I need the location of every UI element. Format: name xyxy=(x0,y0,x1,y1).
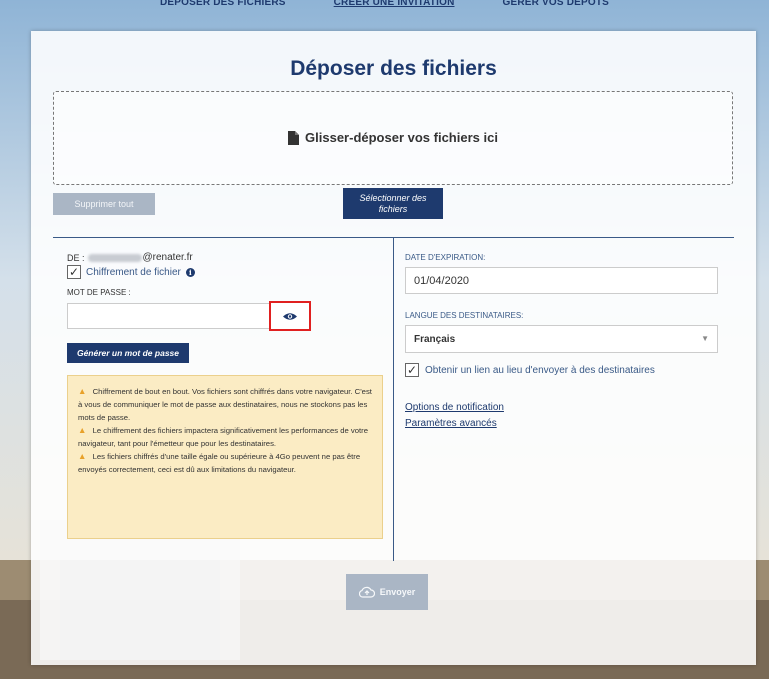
language-value: Français xyxy=(414,334,456,345)
sender-label: De : xyxy=(67,252,85,263)
notification-options-link[interactable]: Options de notification xyxy=(405,402,504,413)
chevron-down-icon: ▼ xyxy=(701,334,709,343)
language-select[interactable]: Français ▼ xyxy=(405,325,718,353)
encryption-warning-box: ▲ Chiffrement de bout en bout. Vos fichi… xyxy=(67,375,383,539)
encryption-option: ✓ Chiffrement de fichier i xyxy=(67,265,195,279)
get-link-checkbox[interactable]: ✓ xyxy=(405,363,419,377)
nav-manage-uploads[interactable]: GÉRER VOS DÉPÔTS xyxy=(503,0,610,8)
upload-panel: Déposer des fichiers Glisser-déposer vos… xyxy=(31,31,756,665)
password-label: Mot de passe : xyxy=(67,288,131,297)
warning-icon: ▲ xyxy=(78,425,87,435)
dropzone-text: Glisser-déposer vos fichiers ici xyxy=(305,130,498,145)
nav-upload-files[interactable]: DÉPOSER DES FICHIERS xyxy=(160,0,286,8)
eye-icon xyxy=(283,312,297,320)
warning-icon: ▲ xyxy=(78,386,87,396)
expiration-date-input[interactable]: 01/04/2020 xyxy=(405,267,718,294)
cloud-upload-icon xyxy=(358,586,375,598)
sender-email-domain: @renater.fr xyxy=(142,252,193,263)
warning-icon: ▲ xyxy=(78,451,87,461)
warning-item: ▲ Chiffrement de bout en bout. Vos fichi… xyxy=(78,386,372,422)
warning-item: ▲ Le chiffrement des fichiers impactera … xyxy=(78,425,369,448)
advanced-settings-link[interactable]: Paramètres avancés xyxy=(405,418,497,429)
encryption-checkbox[interactable]: ✓ xyxy=(67,265,81,279)
password-input[interactable] xyxy=(67,303,272,329)
show-password-button[interactable] xyxy=(269,301,311,331)
top-navigation: DÉPOSER DES FICHIERS CRÉER UNE INVITATIO… xyxy=(0,0,769,22)
clear-all-button[interactable]: Supprimer tout xyxy=(53,193,155,215)
expiration-label: Date d'expiration: xyxy=(405,253,486,262)
redacted-email xyxy=(87,253,142,262)
column-divider xyxy=(393,237,394,561)
warning-item: ▲ Les fichiers chiffrés d'une taille éga… xyxy=(78,451,361,474)
send-button[interactable]: Envoyer xyxy=(346,574,428,610)
page-title: Déposer des fichiers xyxy=(290,57,497,80)
generate-password-button[interactable]: Générer un mot de passe xyxy=(67,343,189,363)
file-icon xyxy=(288,130,300,145)
send-label: Envoyer xyxy=(379,587,416,597)
language-label: Langue des destinataires: xyxy=(405,311,524,320)
get-link-option: ✓ Obtenir un lien au lieu d'envoyer à de… xyxy=(405,363,655,377)
get-link-label: Obtenir un lien au lieu d'envoyer à des … xyxy=(425,364,655,376)
file-dropzone[interactable]: Glisser-déposer vos fichiers ici xyxy=(53,91,733,185)
info-icon[interactable]: i xyxy=(185,267,195,277)
select-files-button[interactable]: Sélectionner des fichiers xyxy=(343,188,443,219)
encryption-label: Chiffrement de fichier xyxy=(86,266,181,278)
sender-row: De : @renater.fr xyxy=(67,252,193,263)
nav-create-invitation[interactable]: CRÉER UNE INVITATION xyxy=(334,0,455,8)
